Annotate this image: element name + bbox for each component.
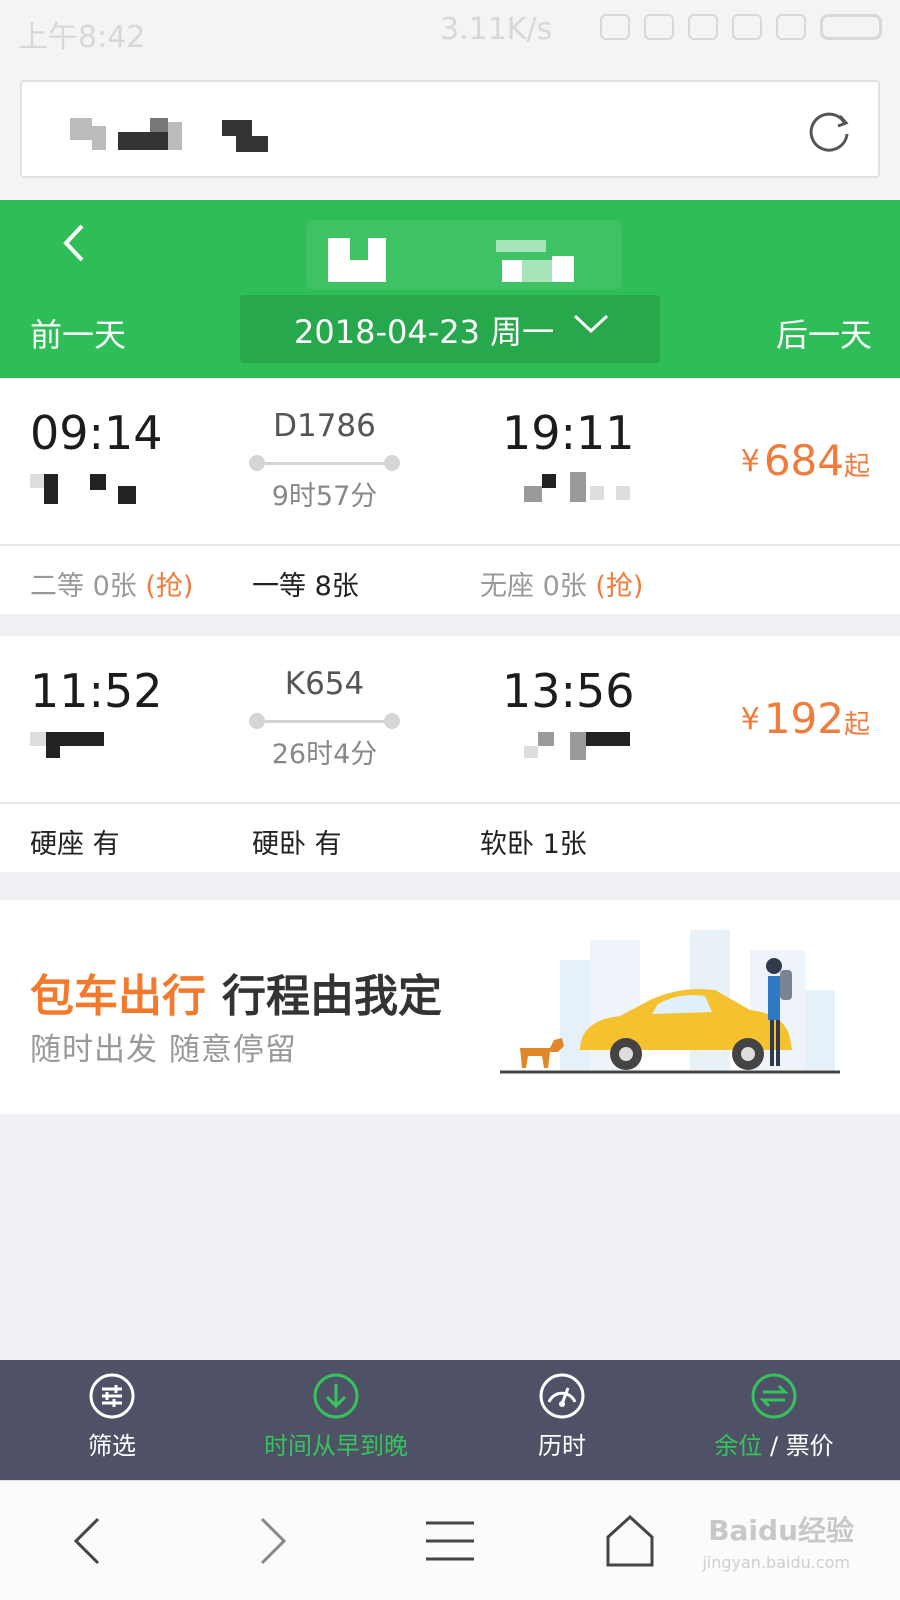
filter-button[interactable]: 筛选	[72, 1372, 152, 1461]
browser-address-area	[0, 62, 900, 200]
promo-title-highlight: 包车出行	[30, 971, 206, 1022]
back-icon[interactable]	[60, 1511, 120, 1571]
sort-by-duration-button[interactable]: 历时	[522, 1372, 602, 1461]
departure-time: 09:14	[30, 406, 163, 460]
promo-title: 包车出行 行程由我定	[30, 960, 442, 1024]
swap-icon	[751, 1373, 797, 1419]
gauge-icon	[539, 1373, 585, 1419]
seat-second-class[interactable]: 二等 0张 (抢)	[30, 564, 193, 603]
route-title-redacted	[306, 220, 622, 290]
seat-label: 硬座 有	[30, 829, 120, 860]
prev-day-button[interactable]: 前一天	[30, 310, 126, 356]
date-selector[interactable]: 2018-04-23 周一	[240, 295, 660, 363]
status-icons	[600, 14, 882, 40]
price-amount: 192	[763, 694, 844, 743]
address-bar[interactable]	[20, 80, 880, 178]
train-search-header: 前一天 2018-04-23 周一 后一天	[0, 200, 900, 378]
seat-label: 软卧 1张	[480, 829, 587, 860]
status-bar: 上午8:42 3.11K/s	[0, 0, 900, 62]
sort-time-label: 时间从早到晚	[264, 1432, 408, 1460]
home-icon[interactable]	[600, 1511, 660, 1571]
price-suffix: 起	[843, 452, 870, 482]
filter-icon	[89, 1373, 135, 1419]
watermark-url: jingyan.baidu.com	[702, 1553, 850, 1572]
train-number: D1786	[273, 408, 376, 444]
browser-nav-bar: Baidu经验 jingyan.baidu.com	[0, 1480, 900, 1600]
seat-first-class[interactable]: 一等 8张	[252, 564, 359, 603]
duration-label: 历时	[538, 1432, 586, 1460]
battery-icon	[820, 14, 882, 40]
travel-duration: 26时4分	[271, 739, 378, 770]
seat-availability-row: 二等 0张 (抢) 一等 8张 无座 0张 (抢)	[0, 544, 900, 614]
reload-icon[interactable]	[806, 108, 852, 154]
arrival-time: 13:56	[502, 664, 635, 718]
promo-title-rest: 行程由我定	[222, 971, 442, 1022]
grab-ticket-link[interactable]: (抢)	[595, 571, 643, 602]
seat-label: 二等 0张	[30, 571, 137, 602]
seat-label: 无座 0张	[480, 571, 587, 602]
travel-duration: 9时57分	[271, 481, 378, 512]
seat-hard-sleeper[interactable]: 硬卧 有	[252, 822, 342, 861]
mute-icon	[600, 14, 630, 40]
train-number: K654	[284, 666, 365, 702]
signal-icon	[776, 14, 806, 40]
menu-icon[interactable]	[420, 1511, 480, 1571]
currency-symbol: ¥	[740, 444, 760, 479]
alarm-icon	[644, 14, 674, 40]
train-card[interactable]: 09:14 D1786 9时57分 19:11 ¥684起 二等 0张 (抢) …	[0, 378, 900, 614]
charter-car-promo-banner[interactable]: 包车出行 行程由我定 随时出发 随意停留	[0, 900, 900, 1114]
price-label: 票价	[785, 1432, 834, 1460]
seat-soft-sleeper[interactable]: 软卧 1张	[480, 822, 587, 861]
arrival-time: 19:11	[502, 406, 635, 460]
watermark-text: Baidu经验	[708, 1514, 854, 1547]
next-day-button[interactable]: 后一天	[776, 310, 872, 356]
seat-label: 一等 8张	[252, 571, 359, 602]
signal-icon	[732, 14, 762, 40]
grab-ticket-link[interactable]: (抢)	[145, 571, 193, 602]
selected-date: 2018-04-23 周一	[294, 313, 555, 351]
back-arrow-icon[interactable]	[52, 218, 96, 268]
separator: /	[769, 1432, 779, 1460]
price: ¥192起	[741, 694, 870, 743]
seat-label: 硬卧 有	[252, 829, 342, 860]
arrow-down-circle-icon	[313, 1373, 359, 1419]
car-dog-illustration	[500, 930, 840, 1074]
seat-no-seat[interactable]: 无座 0张 (抢)	[480, 564, 643, 603]
route-line	[249, 455, 400, 471]
price-suffix: 起	[843, 710, 870, 740]
seats-label: 余位	[714, 1432, 763, 1460]
promo-subtitle: 随时出发 随意停留	[30, 1032, 297, 1068]
bottom-filter-bar: 筛选 时间从早到晚 历时 余位 / 票价	[0, 1360, 900, 1480]
sort-by-seats-price-button[interactable]: 余位 / 票价	[704, 1372, 844, 1461]
price-amount: 684	[763, 436, 844, 485]
network-speed: 3.11K/s	[440, 12, 553, 47]
seat-hard-seat[interactable]: 硬座 有	[30, 822, 120, 861]
price: ¥684起	[741, 436, 870, 485]
forward-icon[interactable]	[240, 1511, 300, 1571]
wifi-icon	[688, 14, 718, 40]
sort-by-time-button[interactable]: 时间从早到晚	[254, 1372, 418, 1461]
chevron-down-icon	[573, 314, 609, 334]
departure-time: 11:52	[30, 664, 163, 718]
route-line	[249, 713, 400, 729]
train-card[interactable]: 11:52 K654 26时4分 13:56 ¥192起 硬座 有 硬卧 有 软…	[0, 636, 900, 872]
seat-availability-row: 硬座 有 硬卧 有 软卧 1张	[0, 802, 900, 872]
status-time: 上午8:42	[18, 20, 146, 55]
filter-label: 筛选	[88, 1432, 136, 1460]
currency-symbol: ¥	[740, 702, 760, 737]
